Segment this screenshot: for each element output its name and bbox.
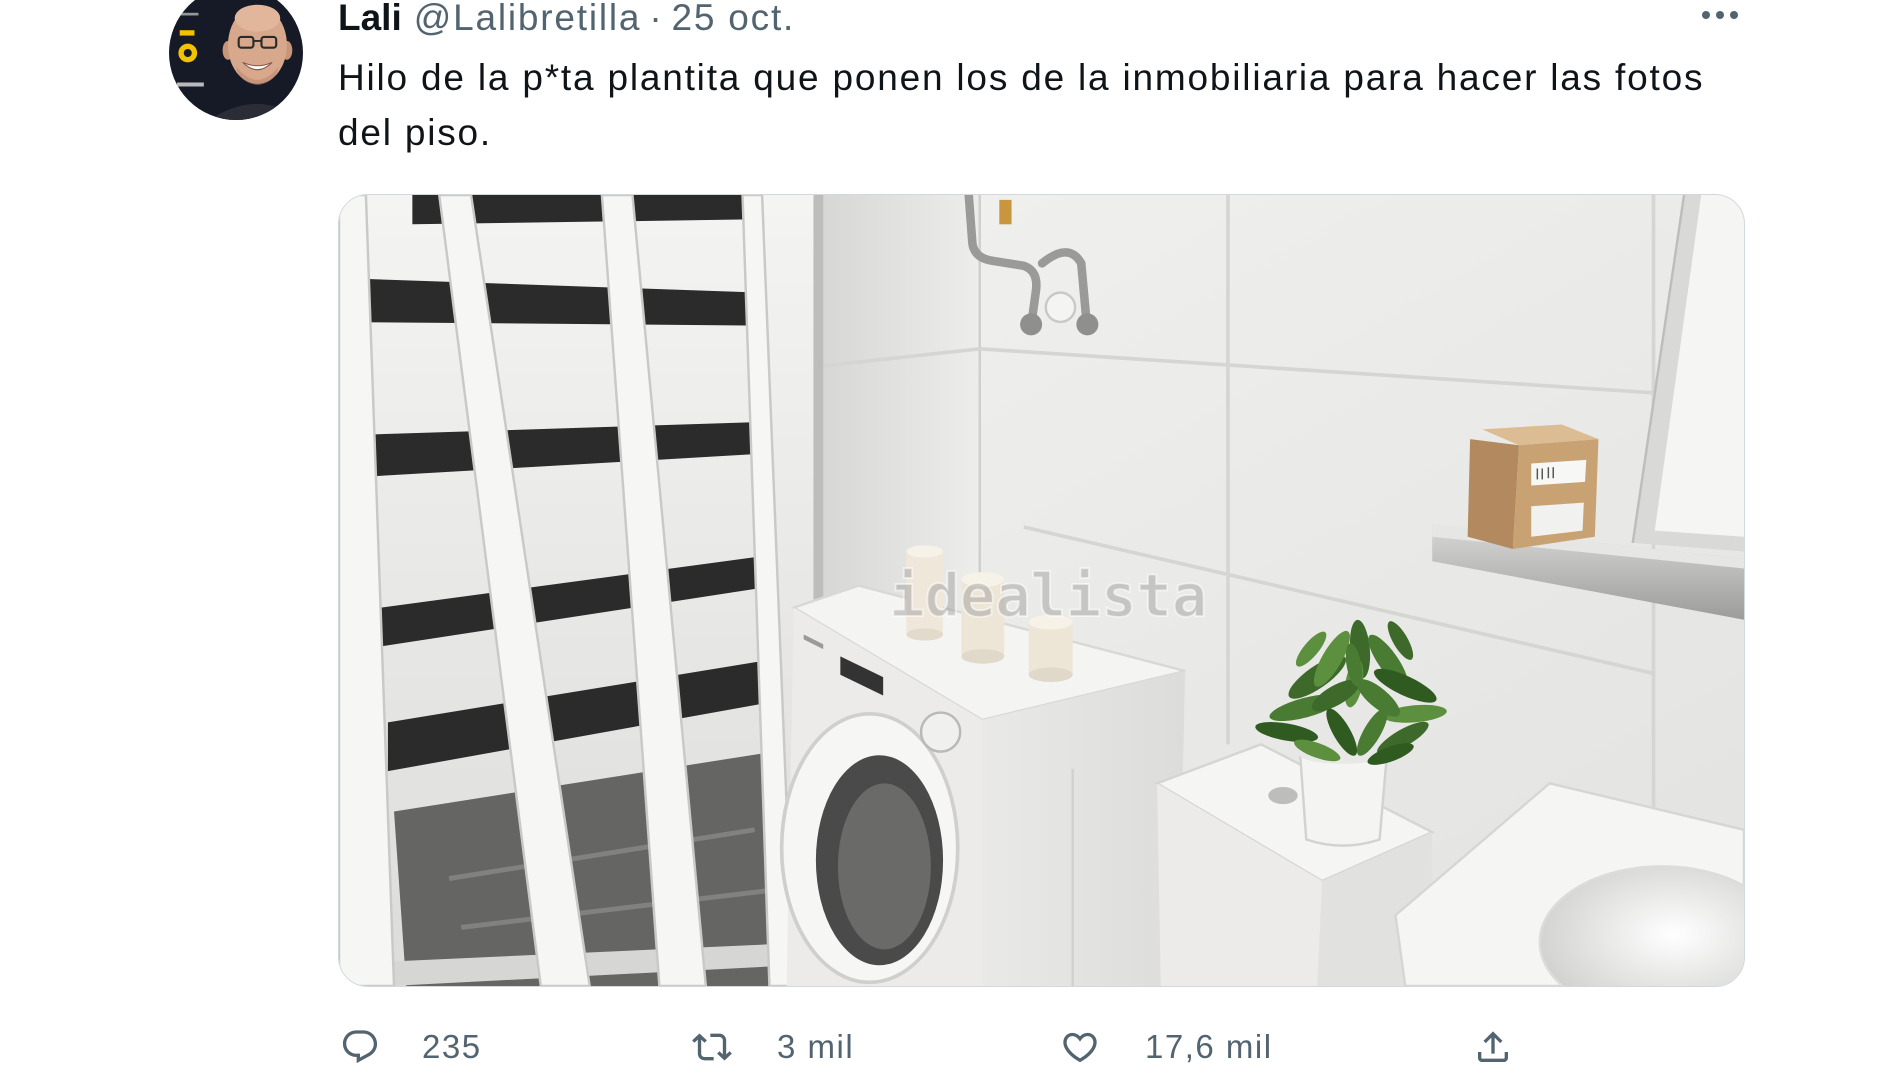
like-count: 17,6 mil	[1145, 1028, 1273, 1065]
like-button[interactable]: 17,6 mil	[1060, 1027, 1300, 1067]
tweet-text-line: Hilo de la p*ta plantita que ponen los d…	[338, 57, 1705, 98]
more-options-button[interactable]	[1696, 2, 1744, 28]
tweet-date[interactable]: 25 oct.	[671, 0, 795, 38]
box	[1467, 424, 1599, 549]
watermark: idealista	[889, 562, 1207, 630]
author-handle[interactable]: @Lalibretilla	[414, 0, 642, 38]
avatar-photo	[169, 0, 303, 120]
retweet-count: 3 mil	[777, 1028, 855, 1065]
more-icon	[1702, 11, 1738, 19]
tweet-text-line: del piso.	[338, 112, 493, 153]
bathroom-photo: idealista	[339, 195, 1744, 986]
reply-count: 235	[422, 1028, 482, 1065]
tweet-header: Lali @Lalibretilla · 25 oct.	[338, 0, 795, 40]
tweet-photo[interactable]: idealista	[338, 194, 1745, 987]
reply-button[interactable]: 235	[340, 1027, 480, 1067]
reply-icon	[340, 1027, 380, 1067]
shower-door	[339, 195, 824, 986]
share-button[interactable]	[1473, 1027, 1513, 1067]
header-separator: ·	[649, 0, 664, 38]
retweet-icon	[692, 1027, 732, 1067]
tweet-text: Hilo de la p*ta plantita que ponen los d…	[338, 50, 1704, 160]
like-icon	[1060, 1027, 1100, 1067]
share-icon	[1473, 1027, 1513, 1067]
retweet-button[interactable]: 3 mil	[692, 1027, 872, 1067]
author-name[interactable]: Lali	[338, 0, 402, 38]
avatar[interactable]	[169, 0, 303, 120]
